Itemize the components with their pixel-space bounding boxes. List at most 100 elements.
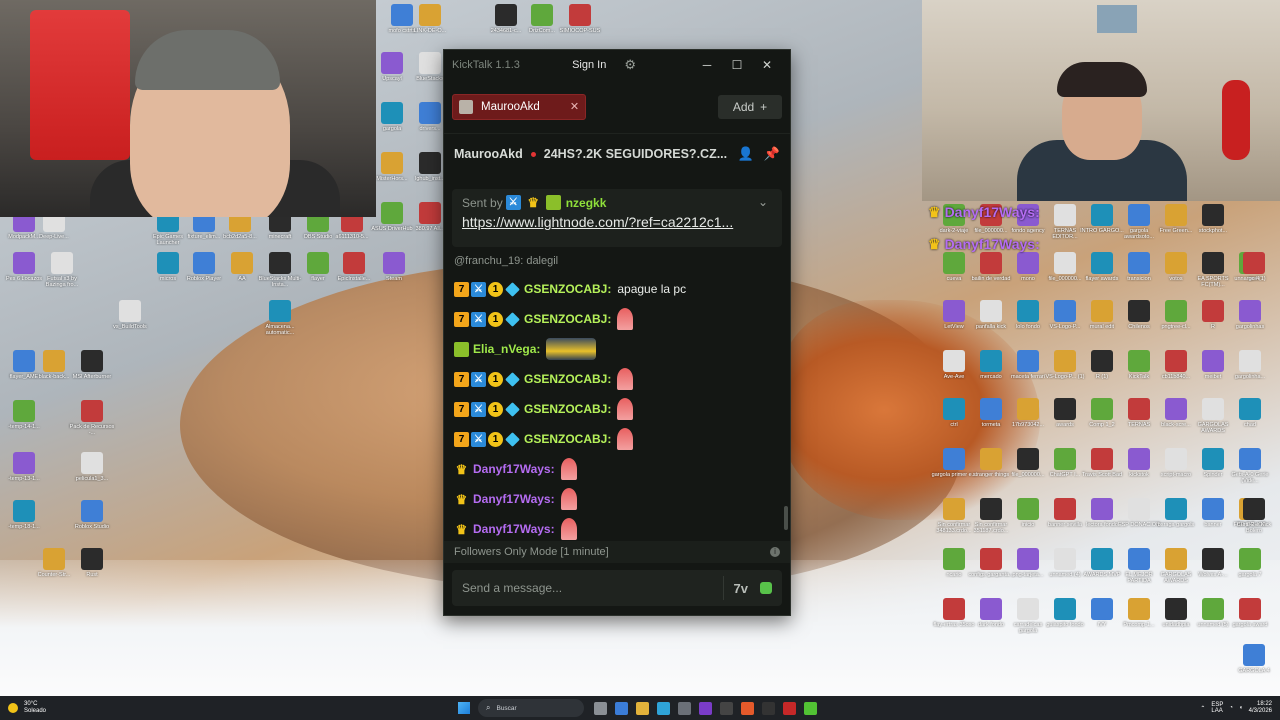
desktop-icon[interactable]: -temp-13-1... [0, 452, 48, 482]
chat-message: 7 ⚔ 1 GSENZOCABJ: [454, 364, 784, 394]
chat-scrollbar[interactable] [784, 250, 788, 530]
desktop-icon-image [1054, 350, 1076, 372]
wifi-icon[interactable]: ◔ [1229, 705, 1233, 711]
tab-channel[interactable]: MaurooAkd ✕ [452, 93, 587, 120]
desktop-icon[interactable]: LINK-DE-O... [406, 4, 454, 34]
mod-badge-icon: ⚔ [471, 311, 486, 327]
desktop-icon-image [1165, 204, 1187, 226]
overlay-chat-name: ♛ Danyf17Ways: [928, 236, 1040, 252]
chat-username[interactable]: GSENZOCABJ: [524, 432, 611, 446]
pinned-sender[interactable]: nzegkk [566, 196, 607, 210]
desktop-icon[interactable]: gc-4 [1230, 252, 1278, 282]
lang-indicator[interactable]: ESP LAA [1211, 702, 1223, 714]
pin-icon[interactable]: 📌 [764, 146, 780, 162]
desktop-icon-label: Rust [86, 572, 98, 578]
windows-start-icon[interactable] [458, 702, 470, 714]
taskbar-search[interactable]: ⌕ Buscar [478, 699, 584, 717]
desktop-icon[interactable]: Steam [370, 252, 418, 282]
desktop-icon[interactable]: Rust [68, 548, 116, 578]
desktop-icon[interactable]: chad [1226, 398, 1274, 428]
user-icon[interactable]: 👤 [738, 146, 754, 162]
desktop-icon-image [81, 548, 103, 570]
desktop-icon[interactable]: Pack de Recursos -... [68, 400, 116, 436]
clock[interactable]: 18:22 4/3/2026 [1249, 701, 1272, 715]
desktop-icon[interactable]: -temp-14-1... [0, 400, 48, 430]
seventv-emotes-icon[interactable]: 7v [734, 581, 748, 596]
chevron-down-icon[interactable]: ⌄ [758, 195, 768, 209]
desktop-icon[interactable]: SIMIOCOP-SUS [556, 4, 604, 34]
message-input[interactable] [462, 581, 713, 595]
shelf [1097, 5, 1137, 33]
chat-message: 7 ⚔ 1 GSENZOCABJ: apague la pc [454, 274, 784, 304]
desktop-icon[interactable]: stockphot... [1189, 204, 1237, 234]
channel-name: MaurooAkd [454, 147, 523, 161]
gear-icon[interactable]: ⚙ [624, 57, 636, 73]
desktop-icon[interactable]: gargolinha... [1226, 350, 1274, 380]
cap [135, 30, 280, 90]
desktop-icon[interactable]: Curtil-2-e Kick Bolero [1230, 498, 1278, 534]
desktop-icon[interactable]: Futsal x3 by Bazinga fro... [38, 252, 86, 288]
desktop-icon-image [1091, 204, 1113, 226]
chat-username[interactable]: Elia_nVega: [473, 342, 540, 356]
minimize-icon[interactable]: ─ [692, 58, 722, 72]
desktop-icon[interactable]: vs_BuildTools [106, 300, 154, 330]
kicktalk-taskbar-icon[interactable] [804, 701, 817, 715]
close-icon[interactable]: ✕ [752, 58, 782, 72]
pinned-link[interactable]: https://www.lightnode.com/?ref=ca2212c1.… [462, 214, 772, 230]
chat-username[interactable]: GSENZOCABJ: [524, 282, 611, 296]
info-icon[interactable]: i [770, 547, 780, 557]
chat-username[interactable]: Danyf17Ways: [473, 522, 555, 536]
edge-icon[interactable] [657, 701, 670, 715]
chat-message: 7 ⚔ 1 GSENZOCABJ: [454, 424, 784, 454]
desktop-icon-image [1202, 398, 1224, 420]
premiere-icon[interactable] [699, 701, 712, 715]
desktop-icon[interactable]: GARGOLA 4 [1230, 644, 1278, 674]
chat-username[interactable]: GSENZOCABJ: [524, 312, 611, 326]
desktop-icon[interactable]: gargola award [1226, 598, 1274, 628]
desktop-icon[interactable]: Roblox Studio [68, 500, 116, 530]
desktop-icon-image [1128, 498, 1150, 520]
chat-username[interactable]: Danyf17Ways: [473, 492, 555, 506]
sign-in-button[interactable]: Sign In [572, 59, 606, 71]
scrollbar-thumb[interactable] [784, 506, 788, 530]
chat-username[interactable]: Danyf17Ways: [473, 462, 555, 476]
add-button[interactable]: Add + [718, 94, 782, 119]
chat-username[interactable]: GSENZOCABJ: [524, 402, 611, 416]
chat-message: Elia_nVega: [454, 334, 784, 364]
weather-text: 30°C Soleado [24, 701, 46, 714]
app-icon[interactable] [720, 701, 733, 715]
calculator-icon[interactable] [678, 701, 691, 715]
file-explorer-icon[interactable] [636, 701, 649, 715]
kick-emotes-icon[interactable] [760, 582, 772, 594]
desktop-icon-image [1202, 448, 1224, 470]
desktop-icon[interactable]: gargola 7 [1226, 548, 1274, 578]
desktop-icon-image [980, 300, 1002, 322]
task-view-icon[interactable] [594, 701, 607, 715]
lang-layout: LAA [1211, 708, 1223, 714]
weather-widget[interactable]: 30°C Soleado [8, 701, 68, 714]
obs-icon[interactable] [762, 701, 775, 715]
maximize-icon[interactable]: ☐ [722, 58, 752, 72]
desktop-icon-image [13, 400, 35, 422]
desktop-icon[interactable]: Almacena... automatic... [256, 300, 304, 336]
desktop-icon-image [943, 350, 965, 372]
volume-icon[interactable]: ◖ [1239, 705, 1243, 711]
close-tab-icon[interactable]: ✕ [570, 100, 579, 113]
recorder-icon[interactable] [783, 701, 796, 715]
brave-icon[interactable] [741, 701, 754, 715]
desktop-icon[interactable]: -temp-18-1... [0, 500, 48, 530]
desktop-icon[interactable]: pelicula1_3... [68, 452, 116, 482]
widgets-icon[interactable] [615, 701, 628, 715]
desktop-icon[interactable]: MSI Afterburner [68, 350, 116, 380]
desktop-icon-image [1128, 448, 1150, 470]
desktop-icon-image [381, 202, 403, 224]
desktop-icon[interactable]: Gets-A-0 Gerie (Vide... [1226, 448, 1274, 484]
desktop-icon-image [157, 252, 179, 274]
desktop-icon[interactable]: gargolinhas [1226, 300, 1274, 330]
desktop-icon-image [81, 350, 103, 372]
tray-chevron-icon[interactable]: ⌃ [1200, 705, 1205, 712]
chat-username[interactable]: GSENZOCABJ: [524, 372, 611, 386]
sub-badge-icon [454, 341, 469, 357]
desktop-icon-image [381, 152, 403, 174]
desktop-icon-label: Gets-A-0 Gerie (Vide... [1231, 472, 1269, 485]
